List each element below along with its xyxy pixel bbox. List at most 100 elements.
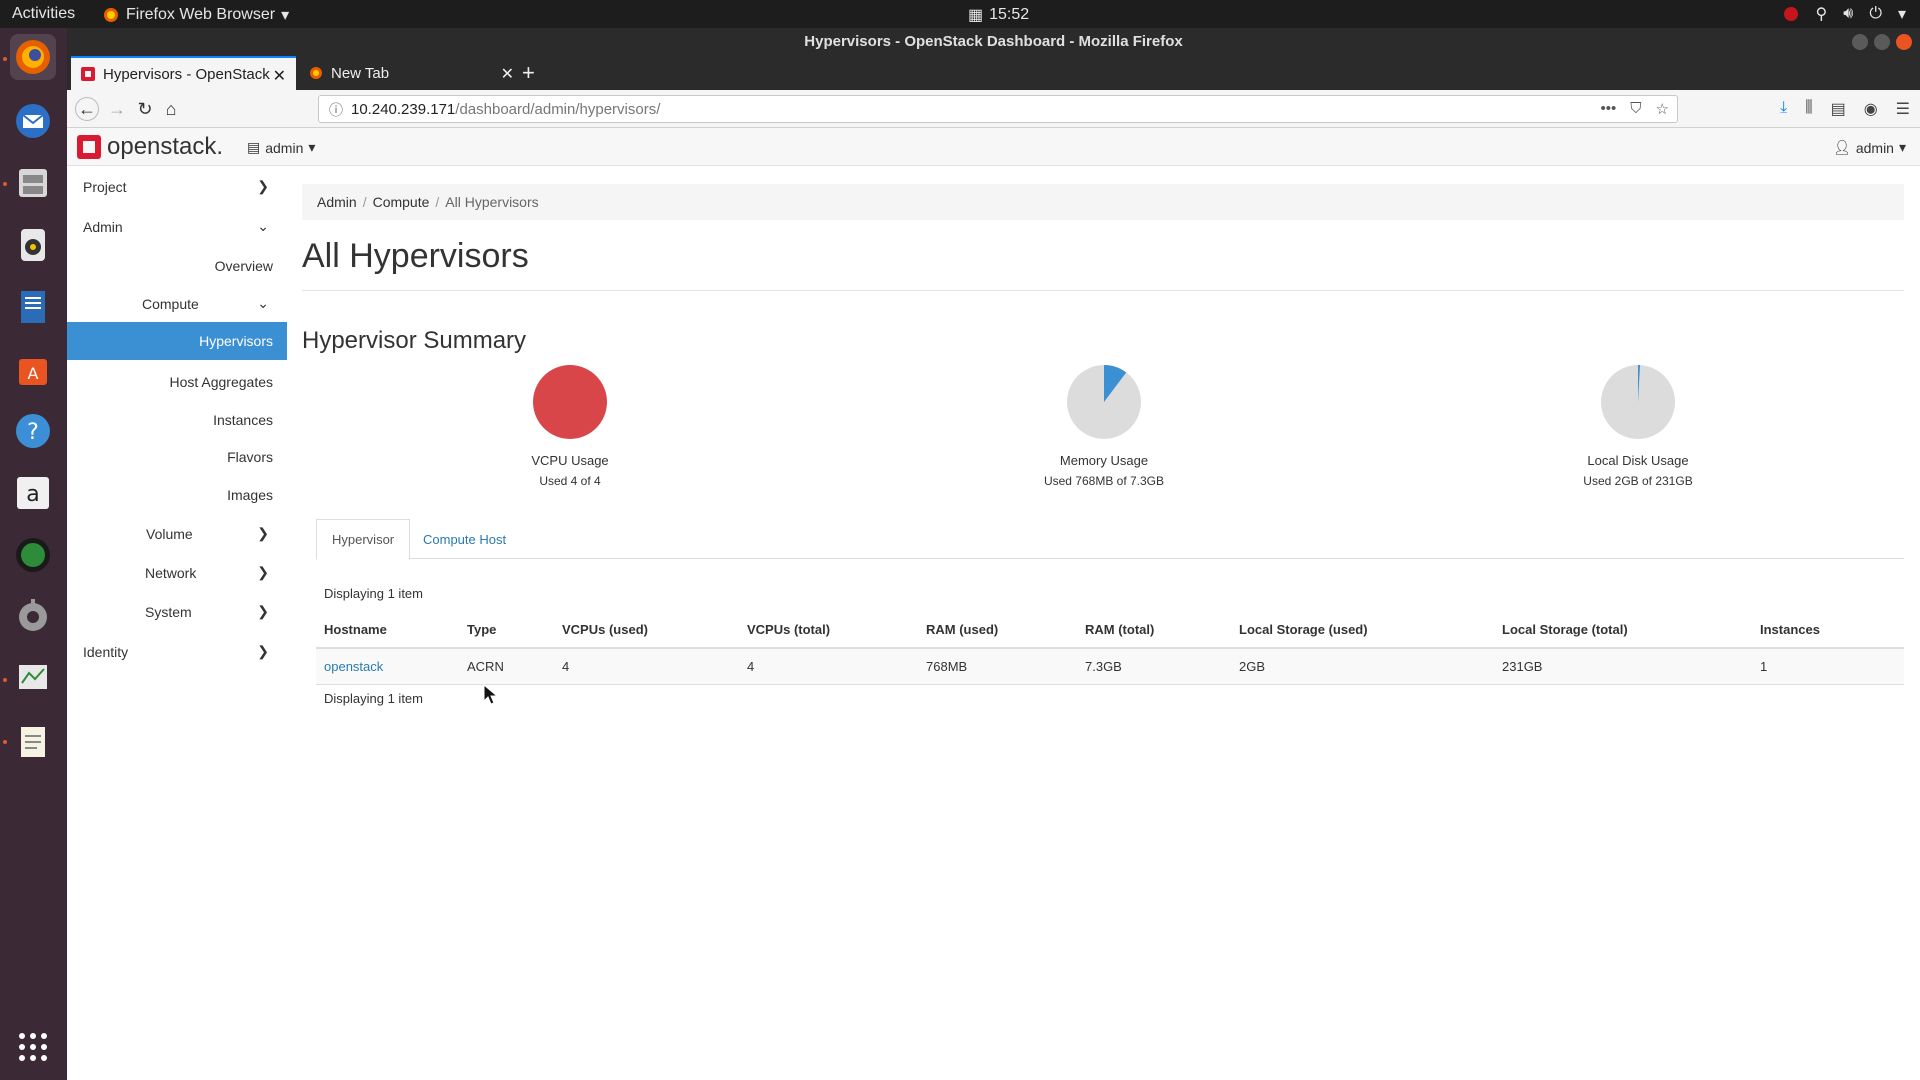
chevron-right-icon: ❯ <box>257 603 269 619</box>
column-header: Local Storage (total) <box>1494 612 1752 649</box>
download-icon[interactable]: ⤓ <box>1780 99 1787 119</box>
tab-new-tab[interactable]: New Tab ✕ <box>299 56 524 90</box>
sidebar-item-label: Instances <box>213 412 273 428</box>
close-window-button[interactable] <box>1896 34 1912 50</box>
table-header-row: Hostname Type VCPUs (used) VCPUs (total)… <box>316 612 1904 649</box>
settings-launcher[interactable] <box>10 594 56 640</box>
divider <box>302 290 1904 291</box>
brand-text: openstack. <box>107 133 224 160</box>
sidebar-item-label: Compute <box>142 296 199 312</box>
sidebar-item-network[interactable]: Network ❯ <box>67 562 287 586</box>
minimize-button[interactable] <box>1852 34 1868 50</box>
info-icon[interactable]: ⓘ <box>329 100 343 120</box>
url-host: 10.240.239.171 <box>351 100 456 118</box>
cell-storage-total: 231GB <box>1494 648 1752 685</box>
back-button[interactable]: ← <box>75 97 99 121</box>
activities-button[interactable]: Activities <box>12 5 75 23</box>
show-applications-button[interactable] <box>10 1024 56 1070</box>
summary-title: Hypervisor Summary <box>302 327 527 354</box>
sidebar-item-label: Admin <box>83 219 123 235</box>
cell-type: ACRN <box>459 648 554 685</box>
chevron-down-icon: ▾ <box>281 7 290 24</box>
close-tab-icon[interactable]: ✕ <box>501 64 514 84</box>
speaker-icon <box>21 229 45 261</box>
pocket-icon[interactable]: ⛉ <box>1630 100 1641 118</box>
bookmark-star-icon[interactable]: ☆ <box>1656 100 1669 118</box>
clock-time: 15:52 <box>989 6 1030 23</box>
system-monitor-launcher[interactable] <box>10 656 56 702</box>
network-icon: ⚲ <box>1815 6 1828 23</box>
grid-icon <box>19 1033 47 1061</box>
text-editor-launcher[interactable] <box>10 718 56 764</box>
sidebar-item-flavors[interactable]: Flavors <box>67 446 287 470</box>
home-button[interactable]: ⌂ <box>159 97 183 121</box>
column-header: VCPUs (total) <box>739 612 918 649</box>
sidebar-item-overview[interactable]: Overview <box>67 255 287 279</box>
sidebar-item-admin[interactable]: Admin ⌄ <box>67 216 287 240</box>
app-menu[interactable]: Firefox Web Browser ▾ <box>102 5 289 25</box>
sidebar-item-identity[interactable]: Identity ❯ <box>67 641 287 665</box>
close-tab-icon[interactable]: ✕ <box>273 66 286 86</box>
rhythmbox-launcher[interactable] <box>10 222 56 268</box>
new-tab-button[interactable]: + <box>522 60 535 86</box>
file-cabinet-icon <box>19 169 47 197</box>
maximize-button[interactable] <box>1874 34 1890 50</box>
breadcrumb-separator: / <box>362 194 367 210</box>
writer-launcher[interactable] <box>10 284 56 330</box>
navigation-toolbar: ← → ↻ ⌂ ⓘ 10.240.239.171/dashboard/admin… <box>67 90 1920 128</box>
sidebar: Project ❯ Admin ⌄ Overview Compute ⌄ Hyp… <box>67 166 287 1080</box>
chevron-down-icon: ▾ <box>1897 6 1906 23</box>
project-icon: ▤ <box>247 139 261 155</box>
sidebar-item-images[interactable]: Images <box>67 484 287 508</box>
tab-compute-host[interactable]: Compute Host <box>408 519 521 560</box>
column-header: Type <box>459 612 554 649</box>
clock[interactable]: ▦ 15:52 <box>968 5 1029 25</box>
files-launcher[interactable] <box>10 160 56 206</box>
sidebar-item-label: Overview <box>214 258 273 274</box>
tab-hypervisor[interactable]: Hypervisor <box>316 519 411 560</box>
amazon-launcher[interactable]: a <box>10 470 56 516</box>
system-tray[interactable]: ⚲ 🔊︎ ⏻ ▾ <box>1782 4 1906 24</box>
sidebar-item-project[interactable]: Project ❯ <box>67 176 287 200</box>
user-dropdown[interactable]: 👤︎ admin ▾ <box>1833 139 1906 156</box>
url-path: /dashboard/admin/hypervisors/ <box>455 100 661 118</box>
svg-text:A: A <box>28 364 39 383</box>
cell-hostname: openstack <box>316 648 459 685</box>
sidebar-item-instances[interactable]: Instances <box>67 409 287 433</box>
sidebar-item-host-aggregates[interactable]: Host Aggregates <box>67 371 287 395</box>
account-icon[interactable]: ◉ <box>1864 99 1878 119</box>
sidebar-toggle-icon[interactable]: ▤ <box>1831 99 1846 119</box>
library-icon[interactable]: ⫼ <box>1805 99 1812 119</box>
sidebar-item-compute[interactable]: Compute ⌄ <box>67 293 287 317</box>
chevron-right-icon: ❯ <box>257 525 269 541</box>
help-launcher[interactable]: ? <box>10 408 56 454</box>
sidebar-item-volume[interactable]: Volume ❯ <box>67 523 287 547</box>
firefox-icon <box>16 40 50 74</box>
reload-button[interactable]: ↻ <box>133 97 157 121</box>
main-content: Admin / Compute / All Hypervisors All Hy… <box>302 166 1906 1080</box>
firefox-launcher[interactable] <box>10 34 56 80</box>
arrow-left-icon: ← <box>78 98 96 119</box>
page-title: All Hypervisors <box>302 237 529 275</box>
chevron-right-icon: ❯ <box>257 643 269 659</box>
column-header: RAM (used) <box>918 612 1077 649</box>
software-center-launcher[interactable]: A <box>10 346 56 392</box>
pie-label: VCPU Usage <box>531 453 609 468</box>
home-icon: ⌂ <box>165 98 177 119</box>
sidebar-item-hypervisors[interactable]: Hypervisors <box>67 322 287 360</box>
openstack-logo[interactable]: openstack. <box>77 133 223 161</box>
forward-button[interactable]: → <box>105 97 129 121</box>
hostname-link[interactable]: openstack <box>324 659 383 674</box>
pie-sublabel: Used 2GB of 231GB <box>1583 474 1693 488</box>
project-dropdown[interactable]: ▤ admin ▾ <box>247 139 315 156</box>
breadcrumb-admin[interactable]: Admin <box>317 194 357 210</box>
tab-bar: Hypervisors - OpenStack ✕ New Tab ✕ + <box>67 56 1920 90</box>
thunderbird-launcher[interactable] <box>10 98 56 144</box>
tab-hypervisors[interactable]: Hypervisors - OpenStack ✕ <box>71 56 296 90</box>
hamburger-menu-icon[interactable]: ☰ <box>1896 99 1910 119</box>
globe-launcher[interactable] <box>10 532 56 578</box>
page-actions-icon[interactable]: ••• <box>1601 100 1617 118</box>
sidebar-item-system[interactable]: System ❯ <box>67 601 287 625</box>
breadcrumb-compute[interactable]: Compute <box>373 194 430 210</box>
url-bar[interactable]: ⓘ 10.240.239.171/dashboard/admin/hypervi… <box>318 95 1678 123</box>
